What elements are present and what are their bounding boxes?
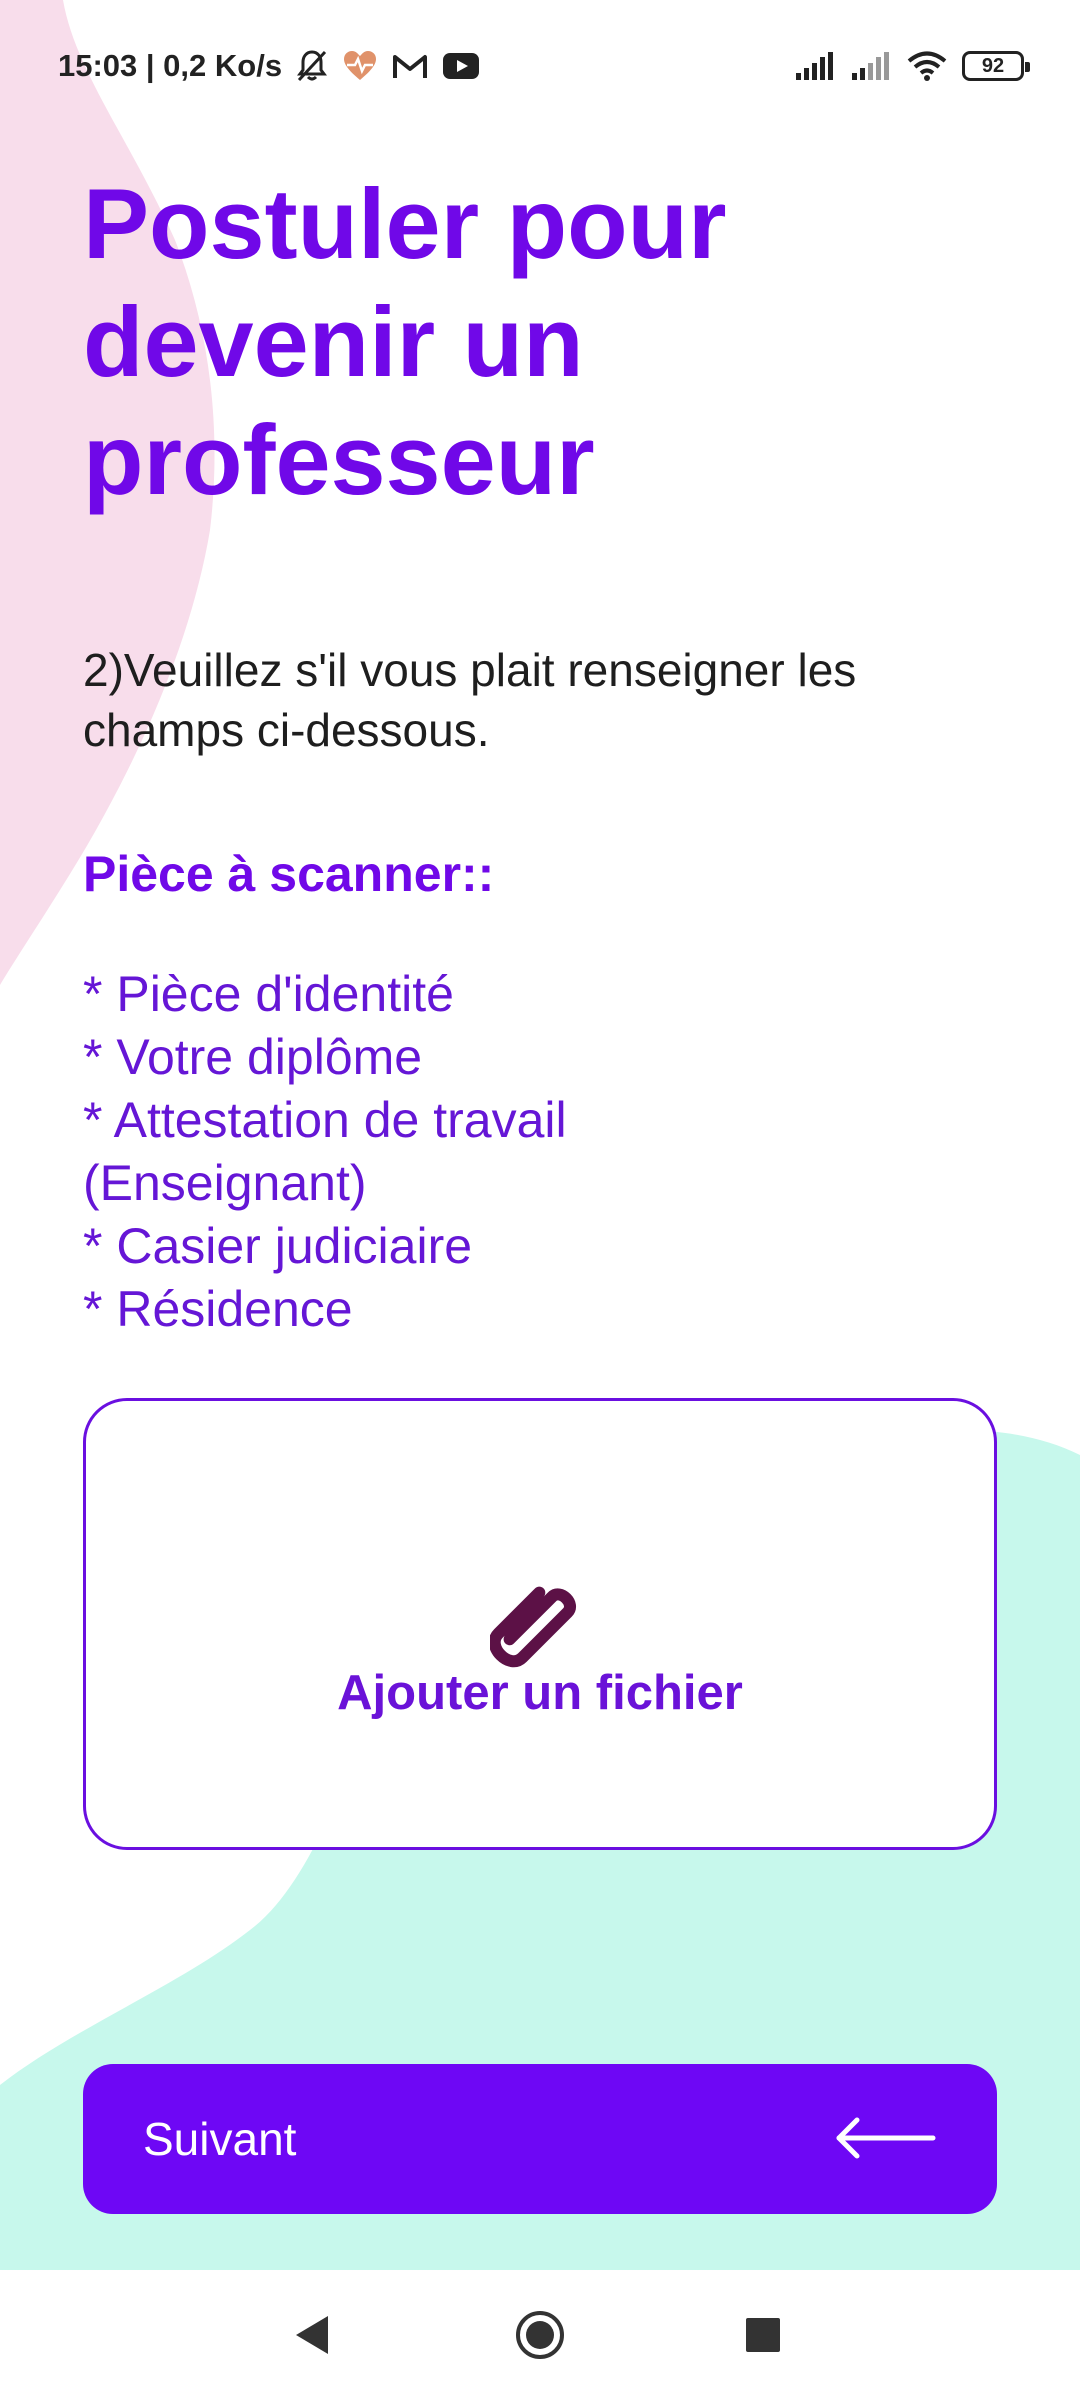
next-button-label: Suivant [143,2113,297,2165]
list-item: * Pièce d'identité [83,966,454,1022]
health-icon [342,50,378,82]
home-icon[interactable] [505,2300,575,2370]
list-item: * Casier judiciaire [83,1218,473,1274]
signal-icon [850,51,892,81]
system-nav-bar [0,2270,1080,2400]
add-file-button[interactable]: Ajouter un fichier [83,1398,997,1850]
back-icon[interactable] [277,2300,347,2370]
add-file-label: Ajouter un fichier [337,1665,743,1720]
recents-icon[interactable] [728,2300,798,2370]
status-time-speed: 15:03 | 0,2 Ko/s [58,48,283,83]
application-form: Postuler pour devenir un professeur 2)Ve… [0,0,1080,2270]
youtube-icon [442,52,480,80]
battery-level: 92 [981,54,1005,77]
wifi-icon [906,50,948,82]
documents-list: * Pièce d'identité * Votre diplôme * Att… [83,963,783,1341]
instructions-text: 2)Veuillez s'il vous plait renseigner le… [83,644,857,756]
arrow-left-icon [833,2115,937,2164]
next-button[interactable]: Suivant [83,2064,997,2214]
signal-icon [794,51,836,81]
list-item: * Résidence [83,1281,353,1337]
list-item: * Attestation de travail (Enseignant) [83,1092,567,1211]
bell-off-icon [296,49,328,83]
status-bar: 15:03 | 0,2 Ko/s 92 [0,0,1080,132]
battery-icon: 92 [962,51,1030,81]
documents-section-label: Pièce à scanner:: [83,846,495,902]
list-item: * Votre diplôme [83,1029,423,1085]
gmail-icon [392,52,428,80]
page-title: Postuler pour devenir un professeur [83,168,727,515]
